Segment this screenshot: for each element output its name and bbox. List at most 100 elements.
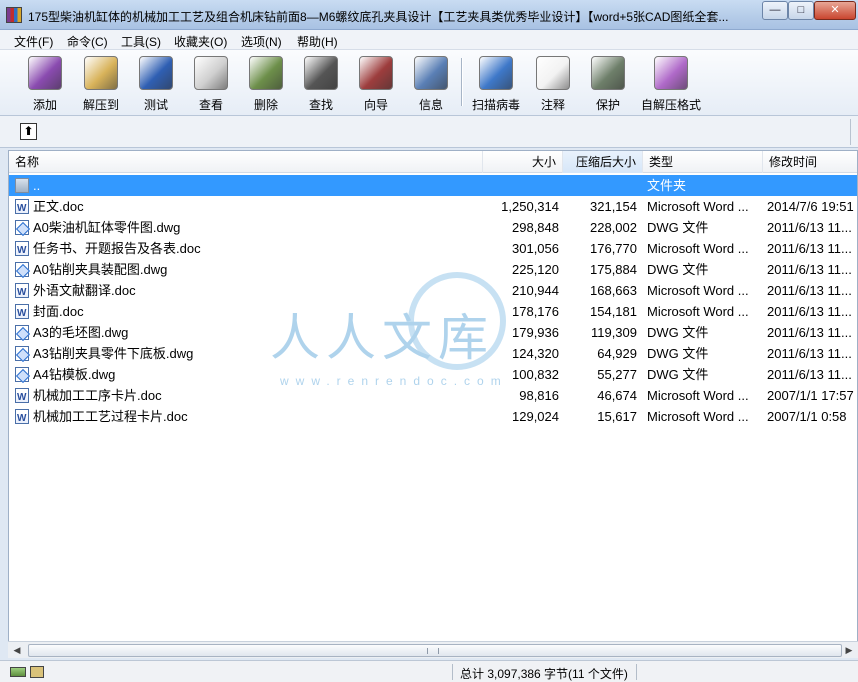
wizard-label: 向导 [363, 98, 388, 112]
sfx-button[interactable]: 自解压格式 [637, 54, 705, 112]
menu-tools[interactable]: 工具(S) [117, 32, 165, 51]
file-size: 178,176 [512, 304, 559, 319]
file-size: 225,120 [512, 262, 559, 277]
file-packed-size: 119,309 [590, 325, 637, 340]
column-modified[interactable]: 修改时间 [763, 151, 857, 173]
table-row[interactable]: 机械加工工艺过程卡片.doc 129,024 15,617 Microsoft Wor… [9, 406, 857, 429]
file-type: Microsoft Word ... [647, 409, 749, 424]
protect-button[interactable]: 保护 [580, 54, 636, 112]
status-divider [636, 664, 637, 680]
path-scroll[interactable] [850, 119, 856, 145]
menu-file[interactable]: 文件(F) [10, 32, 57, 51]
file-packed-size: 55,277 [597, 367, 637, 382]
drive-icon[interactable] [10, 667, 26, 677]
sfx-label: 自解压格式 [640, 98, 701, 112]
maximize-button[interactable]: □ [788, 1, 814, 20]
table-row[interactable]: 机械加工工序卡片.doc 98,816 46,674 Microsoft Word .… [9, 385, 857, 408]
table-row[interactable]: 正文.doc 1,250,314 321,154 Microsoft Word ...… [9, 196, 857, 219]
file-modified: 2011/6/13 11... [767, 325, 852, 340]
table-row[interactable]: A3钻削夹具零件下底板.dwg 124,320 64,929 DWG 文件 2011/6… [9, 343, 857, 364]
file-name: 封面.doc [33, 304, 84, 319]
file-size: 124,320 [512, 346, 559, 361]
menu-options[interactable]: 选项(N) [237, 32, 286, 51]
file-modified: 2011/6/13 11... [767, 283, 852, 298]
file-packed-size: 321,154 [590, 199, 637, 214]
info-button[interactable]: 信息 [403, 54, 459, 112]
status-bar: 总计 3,097,386 字节(11 个文件) [0, 660, 858, 682]
file-list[interactable]: 名称 大小 压缩后大小 类型 修改时间 .. 文件夹正文.doc 1,250,314… [8, 150, 858, 642]
column-size[interactable]: 大小 [483, 151, 563, 173]
file-name: 外语文献翻译.doc [33, 283, 136, 298]
folder-icon [15, 178, 29, 193]
table-row[interactable]: A4钻模板.dwg 100,832 55,277 DWG 文件 2011/6/13 11… [9, 364, 857, 385]
file-modified: 2007/1/1 17:57 [767, 388, 854, 403]
file-packed-size: 228,002 [590, 220, 637, 235]
table-row[interactable]: 任务书、开题报告及各表.doc 301,056 176,770 Microsoft W… [9, 238, 857, 261]
up-folder-button[interactable]: ⬆ [20, 123, 37, 140]
table-row[interactable]: 封面.doc 178,176 154,181 Microsoft Word ... 20… [9, 301, 857, 324]
scroll-left-arrow-icon[interactable]: ◀ [9, 643, 25, 658]
comment-icon [536, 56, 570, 90]
key-icon[interactable] [30, 666, 44, 678]
menu-help[interactable]: 帮助(H) [293, 32, 342, 51]
file-packed-size: 175,884 [590, 262, 637, 277]
file-size: 129,024 [512, 409, 559, 424]
delete-label: 删除 [253, 98, 278, 112]
scan-virus-icon [479, 56, 513, 90]
file-name: A0钻削夹具装配图.dwg [33, 262, 168, 277]
view-label: 查看 [198, 98, 223, 112]
minimize-button[interactable]: — [762, 1, 788, 20]
window-title: 175型柴油机缸体的机械加工工艺及组合机床钻前面8—M6螺纹底孔夹具设计【工艺夹… [28, 10, 729, 24]
table-row[interactable]: .. 文件夹 [9, 175, 857, 196]
column-packed[interactable]: 压缩后大小 [563, 151, 643, 173]
word-doc-icon [15, 303, 29, 324]
column-name[interactable]: 名称 [9, 151, 483, 173]
table-row[interactable]: A0钻削夹具装配图.dwg 225,120 175,884 DWG 文件 2011/6/… [9, 259, 857, 280]
comment-label: 注释 [540, 98, 565, 112]
file-modified: 2011/6/13 11... [767, 304, 852, 319]
close-button[interactable]: ✕ [814, 1, 856, 20]
file-size: 301,056 [512, 241, 559, 256]
file-type: Microsoft Word ... [647, 283, 749, 298]
word-doc-icon [15, 240, 29, 261]
file-name: 机械加工工序卡片.doc [33, 388, 162, 403]
wizard-button[interactable]: 向导 [348, 54, 404, 112]
horizontal-scrollbar[interactable]: ◀ ▶ [8, 641, 858, 658]
file-size: 100,832 [512, 367, 559, 382]
file-name: 任务书、开题报告及各表.doc [33, 241, 201, 256]
delete-icon [249, 56, 283, 90]
file-type: DWG 文件 [647, 346, 709, 361]
delete-button[interactable]: 删除 [238, 54, 294, 112]
scroll-thumb[interactable] [28, 644, 842, 657]
menu-bar: 文件(F) 命令(C) 工具(S) 收藏夹(O) 选项(N) 帮助(H) [0, 30, 858, 50]
menu-command[interactable]: 命令(C) [63, 32, 112, 51]
find-button[interactable]: 查找 [293, 54, 349, 112]
dwg-file-icon [15, 346, 29, 361]
column-type[interactable]: 类型 [643, 151, 763, 173]
extract-to-icon [84, 56, 118, 90]
word-doc-icon [15, 387, 29, 408]
table-row[interactable]: A3的毛坯图.dwg 179,936 119,309 DWG 文件 2011/6/13 … [9, 322, 857, 343]
extract-to-button[interactable]: 解压到 [73, 54, 129, 112]
add-button[interactable]: 添加 [17, 54, 73, 112]
test-button[interactable]: 测试 [128, 54, 184, 112]
status-summary: 总计 3,097,386 字节(11 个文件) [460, 667, 628, 681]
word-doc-icon [15, 282, 29, 303]
file-name: A3钻削夹具零件下底板.dwg [33, 346, 194, 361]
menu-favorites[interactable]: 收藏夹(O) [170, 32, 231, 51]
view-button[interactable]: 查看 [183, 54, 239, 112]
table-row[interactable]: 外语文献翻译.doc 210,944 168,663 Microsoft Word .… [9, 280, 857, 303]
file-type: Microsoft Word ... [647, 241, 749, 256]
file-modified: 2011/6/13 11... [767, 346, 852, 361]
scroll-right-arrow-icon[interactable]: ▶ [841, 643, 857, 658]
winrar-app-icon [6, 7, 22, 23]
table-row[interactable]: A0柴油机缸体零件图.dwg 298,848 228,002 DWG 文件 2011/6… [9, 217, 857, 238]
scroll-grip-icon [427, 648, 439, 654]
status-divider [452, 664, 453, 680]
file-type: DWG 文件 [647, 325, 709, 340]
scan-virus-button[interactable]: 扫描病毒 [466, 54, 526, 112]
comment-button[interactable]: 注释 [525, 54, 581, 112]
file-type: Microsoft Word ... [647, 199, 749, 214]
protect-label: 保护 [595, 98, 620, 112]
list-header: 名称 大小 压缩后大小 类型 修改时间 [9, 151, 857, 173]
